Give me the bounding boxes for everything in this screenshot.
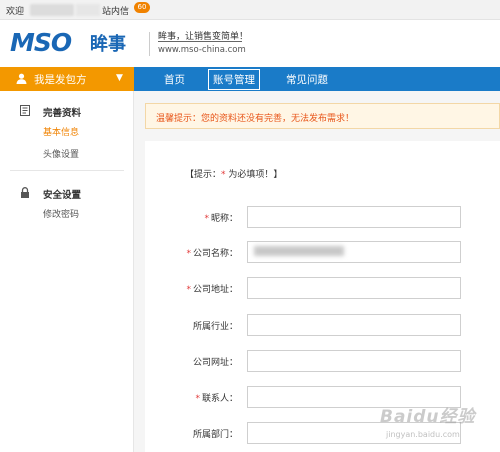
form-row-company-name: * 公司名称： [145, 241, 500, 263]
field-label: 公司网址： [192, 358, 238, 368]
role-label: 我是发包方 [34, 74, 87, 86]
left-sidebar: 完善资料 基本信息 头像设置 安全设置 修改密码 [0, 91, 134, 452]
user-icon [16, 73, 27, 84]
field-label: * 联系人： [195, 394, 238, 404]
sidebar-group-title: 安全设置 [43, 190, 82, 201]
form-row-website: 公司网址： [145, 350, 500, 372]
blurred-company-name [254, 246, 344, 256]
logo-divider [149, 32, 150, 56]
field-label: * 公司地址： [186, 285, 238, 295]
logo-chinese[interactable]: 眸事 [90, 30, 126, 56]
messages-link[interactable]: 站内信 [102, 4, 129, 17]
nav-account-management[interactable]: 账号管理 [208, 69, 260, 90]
messages-count-badge: 60 [134, 2, 150, 13]
baidu-watermark: Baidu经验 jingyan.baidu.com [372, 400, 496, 448]
sidebar-group-title: 完善资料 [43, 108, 82, 119]
welcome-text: 欢迎 [6, 7, 25, 17]
field-label: * 昵称： [204, 214, 238, 224]
required-tip: 【提示：* 为必填项！】 [185, 167, 282, 180]
nav-faq[interactable]: 常见问题 [286, 72, 328, 87]
nav-home[interactable]: 首页 [164, 72, 185, 87]
website-input[interactable] [247, 350, 461, 372]
field-label: * 公司名称： [186, 249, 238, 259]
form-row-company-address: * 公司地址： [145, 277, 500, 299]
form-row-industry: 所属行业： [145, 314, 500, 336]
top-welcome-bar: 欢迎 站内信 60 [0, 0, 500, 20]
form-row-nickname: * 昵称： [145, 206, 500, 228]
warning-alert: 温馨提示：您的资料还没有完善，无法发布需求！ [145, 103, 500, 129]
sidebar-item-basic-info[interactable]: 基本信息 [43, 125, 79, 138]
tip-suffix: 为必填项！】 [225, 170, 283, 180]
company-name-input[interactable] [247, 241, 461, 263]
sidebar-divider [10, 170, 124, 171]
logo[interactable]: MSO [10, 28, 72, 57]
site-url: www.mso-china.com [158, 45, 246, 55]
watermark-url: jingyan.baidu.com [386, 430, 460, 439]
sidebar-item-change-password[interactable]: 修改密码 [43, 207, 79, 220]
field-label: 所属行业： [192, 322, 238, 332]
nickname-input[interactable] [247, 206, 461, 228]
chevron-down-icon: ▼ [116, 73, 123, 83]
field-label: 所属部门： [192, 430, 238, 440]
slogan-underline [158, 41, 242, 42]
tip-prefix: 【提示： [185, 170, 222, 180]
blurred-username-2 [76, 4, 100, 16]
document-icon [20, 105, 30, 116]
role-dropdown[interactable]: 我是发包方 ▼ [0, 67, 134, 91]
watermark-text: Baidu经验 [380, 407, 476, 427]
industry-input[interactable] [247, 314, 461, 336]
alert-text: 温馨提示：您的资料还没有完善，无法发布需求！ [156, 114, 355, 124]
blurred-username [30, 4, 74, 16]
main-nav: 我是发包方 ▼ 首页 账号管理 常见问题 [0, 67, 500, 91]
lock-icon [21, 187, 29, 198]
company-address-input[interactable] [247, 277, 461, 299]
site-header: MSO 眸事 眸事，让销售变简单！ www.mso-china.com [0, 20, 500, 67]
sidebar-item-avatar-settings[interactable]: 头像设置 [43, 147, 79, 160]
main-content: 温馨提示：您的资料还没有完善，无法发布需求！ 【提示：* 为必填项！】 * 昵称：… [134, 91, 500, 452]
